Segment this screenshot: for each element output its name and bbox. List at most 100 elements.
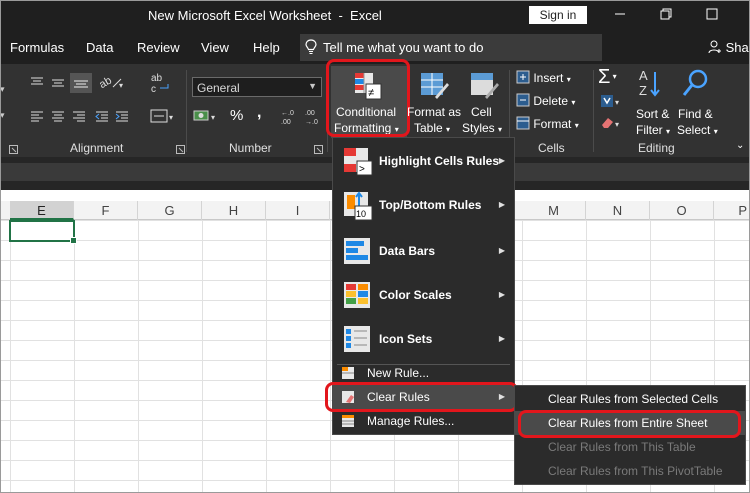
tell-me-box[interactable]: Tell me what you want to do xyxy=(300,34,602,61)
find-select-label-2: Select ▾ xyxy=(677,123,718,137)
format-as-table-label-2: Table ▾ xyxy=(414,121,451,135)
submenu-label: Clear Rules from This Table xyxy=(548,440,696,454)
cell-styles-button[interactable]: Cell Styles ▾ xyxy=(461,66,507,138)
submenu-label: Clear Rules from Selected Cells xyxy=(548,392,719,406)
format-as-table-label: Format as xyxy=(407,105,462,119)
share-button[interactable]: Sha xyxy=(708,40,749,55)
align-right-icon[interactable] xyxy=(72,110,86,127)
tab-view[interactable]: View xyxy=(201,40,229,55)
column-header-p[interactable]: P xyxy=(714,201,750,220)
align-left-icon[interactable] xyxy=(30,110,44,127)
caret-down-icon: ▾ xyxy=(571,98,576,107)
sort-filter-label: Sort & xyxy=(636,107,670,121)
format-button[interactable]: Format ▾ xyxy=(516,116,579,131)
caret-down-icon: ▾ xyxy=(713,127,718,136)
find-select-button[interactable]: Find & Select ▾ xyxy=(674,68,720,138)
number-format-dropdown[interactable]: General ▼ xyxy=(192,77,322,97)
align-middle-icon[interactable] xyxy=(51,76,65,93)
svg-text:→.0: →.0 xyxy=(305,119,318,126)
decrease-decimal-icon[interactable]: .00 →.0 xyxy=(305,108,323,129)
share-label: Sha xyxy=(725,40,749,55)
svg-text:▾: ▾ xyxy=(615,120,619,129)
group-label-alignment: Alignment xyxy=(70,141,124,155)
wrap-text-icon[interactable]: ab c xyxy=(150,72,172,97)
caret-down-icon: ▾ xyxy=(498,125,503,134)
tab-help[interactable]: Help xyxy=(253,40,280,55)
restore-icon[interactable] xyxy=(643,0,689,30)
format-label: Format xyxy=(533,117,572,131)
alignment-dialog-launcher-icon[interactable] xyxy=(176,143,185,157)
align-bottom-icon[interactable] xyxy=(70,73,92,93)
column-header-n[interactable]: N xyxy=(586,201,650,220)
submenu-arrow-icon: ▶ xyxy=(498,156,505,165)
svg-text:▾: ▾ xyxy=(615,98,619,107)
separator xyxy=(593,70,594,152)
decrease-indent-icon[interactable] xyxy=(95,110,109,127)
menu-label: Icon Sets xyxy=(379,332,433,346)
sort-filter-label-2: Filter ▾ xyxy=(636,123,671,137)
menu-item-color-scales[interactable]: Color Scales ▶ xyxy=(333,274,514,318)
data-bars-icon xyxy=(343,237,373,270)
menu-item-data-bars[interactable]: Data Bars ▶ xyxy=(333,230,514,274)
minimize-icon[interactable] xyxy=(597,0,643,30)
delete-icon xyxy=(516,93,530,107)
menu-item-manage-rules[interactable]: Manage Rules... xyxy=(333,409,514,433)
fill-icon[interactable]: ▾ xyxy=(600,94,624,111)
manage-rules-icon xyxy=(341,414,355,431)
column-header-e[interactable]: E xyxy=(10,201,74,220)
merge-center-icon[interactable]: ▾ xyxy=(150,108,176,127)
svg-text:10: 10 xyxy=(356,209,366,219)
accounting-format-icon[interactable]: ▾ xyxy=(193,108,223,127)
color-scales-icon xyxy=(343,281,373,314)
insert-button[interactable]: Insert ▾ xyxy=(516,70,571,85)
align-top-icon[interactable] xyxy=(30,76,44,93)
increase-indent-icon[interactable] xyxy=(115,110,129,127)
svg-text:▾: ▾ xyxy=(211,113,215,122)
partial-font-caret[interactable]: ▾ xyxy=(0,84,5,95)
svg-text:Z: Z xyxy=(639,83,647,98)
menu-item-icon-sets[interactable]: Icon Sets ▶ xyxy=(333,318,514,362)
sort-filter-button[interactable]: AZ Sort & Filter ▾ xyxy=(633,68,673,138)
format-as-table-icon xyxy=(419,71,449,104)
tab-data[interactable]: Data xyxy=(86,40,113,55)
comma-style-button[interactable]: , xyxy=(257,104,261,122)
menu-label: Manage Rules... xyxy=(367,414,455,428)
column-header-m[interactable]: M xyxy=(522,201,586,220)
column-header-f[interactable]: F xyxy=(74,201,138,220)
magnifier-icon xyxy=(680,68,710,103)
percent-style-button[interactable]: % xyxy=(230,107,243,124)
autosum-icon[interactable]: Σ ▾ xyxy=(598,66,617,89)
submenu-item-clear-selected-cells[interactable]: Clear Rules from Selected Cells xyxy=(515,387,745,411)
active-cell[interactable] xyxy=(9,220,77,244)
menu-label: Highlight Cells Rules xyxy=(379,154,500,168)
column-header-h[interactable]: H xyxy=(202,201,266,220)
find-select-label: Find & xyxy=(678,107,713,121)
menu-label: Color Scales xyxy=(379,288,452,302)
collapse-ribbon-icon[interactable]: ⌄ xyxy=(736,140,744,151)
cell-styles-label-2: Styles ▾ xyxy=(462,121,503,135)
column-header-g[interactable]: G xyxy=(138,201,202,220)
column-header-o[interactable]: O xyxy=(650,201,714,220)
group-label-cells: Cells xyxy=(538,141,565,155)
font-dialog-launcher-icon[interactable] xyxy=(9,143,18,157)
format-as-table-button[interactable]: Format as Table ▾ xyxy=(407,66,461,138)
delete-button[interactable]: Delete ▾ xyxy=(516,93,575,108)
menu-item-highlight-cells-rules[interactable]: > Highlight Cells Rules ▶ xyxy=(333,140,514,184)
number-dialog-launcher-icon[interactable] xyxy=(314,143,323,157)
column-header-i[interactable]: I xyxy=(266,201,330,220)
submenu-arrow-icon: ▶ xyxy=(498,200,505,209)
close-icon[interactable] xyxy=(689,0,735,30)
sort-filter-icon: AZ xyxy=(637,68,667,103)
partial-font-caret-2[interactable]: ▾ xyxy=(0,110,5,121)
sign-in-button[interactable]: Sign in xyxy=(529,6,587,24)
orientation-icon[interactable]: ab ▾ xyxy=(97,74,125,93)
align-center-icon[interactable] xyxy=(51,110,65,127)
tab-review[interactable]: Review xyxy=(137,40,180,55)
clear-icon[interactable]: ▾ xyxy=(600,116,624,133)
menu-item-top-bottom-rules[interactable]: 10 Top/Bottom Rules ▶ xyxy=(333,184,514,228)
highlight-ring-clear-rules xyxy=(325,382,518,412)
increase-decimal-icon[interactable]: ←.0.00 xyxy=(281,108,299,129)
submenu-arrow-icon: ▶ xyxy=(498,334,505,343)
tab-formulas[interactable]: Formulas xyxy=(10,40,64,55)
menu-label: Data Bars xyxy=(379,244,436,258)
